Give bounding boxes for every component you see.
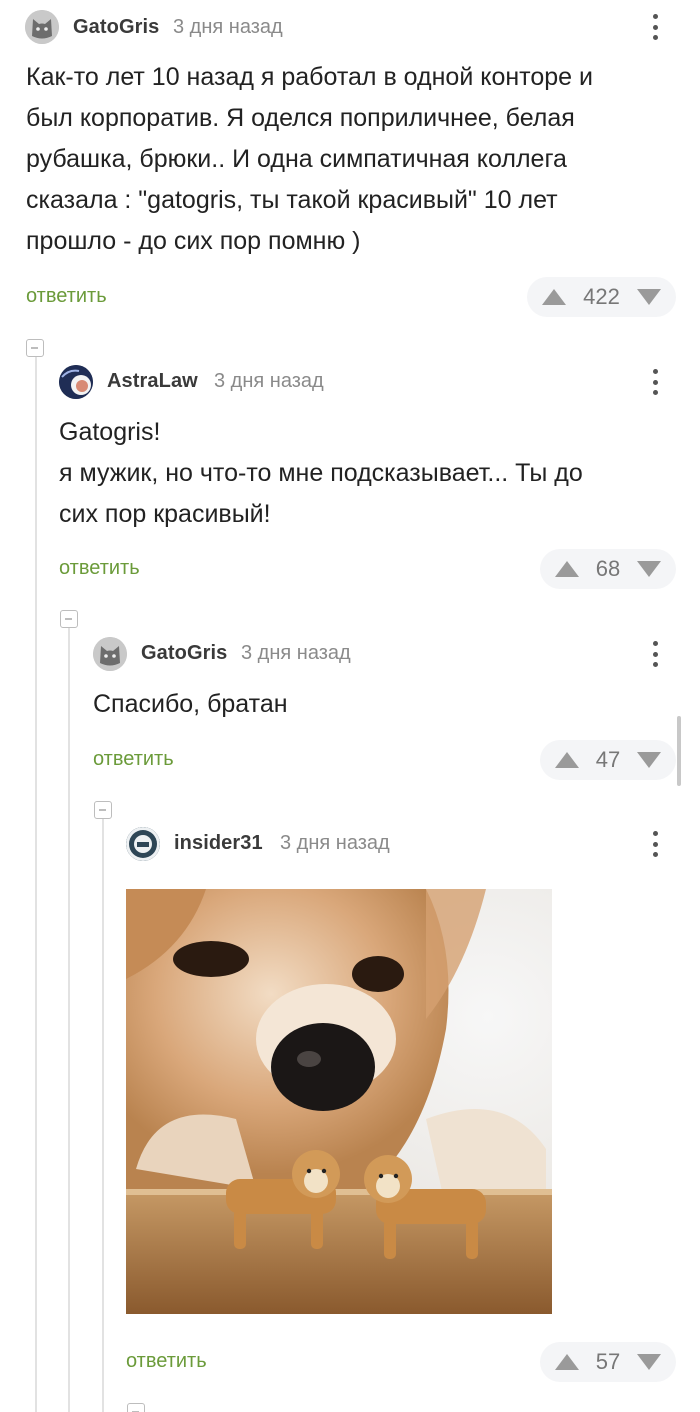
collapse-minus-icon[interactable] [94, 801, 112, 819]
comment-text-line: прошло - до сих пор помню ) [26, 227, 361, 255]
thread-line-level-2 [68, 628, 70, 1412]
comment-text-line: был корпоратив. Я оделся поприличнее, бе… [26, 104, 575, 132]
rating-count: 422 [583, 284, 620, 309]
triangle-up-icon[interactable] [555, 561, 579, 577]
reply-link[interactable]: ответить [26, 285, 107, 308]
avatar[interactable] [93, 637, 127, 671]
triangle-down-icon[interactable] [636, 561, 661, 577]
thread-line-level-1 [35, 357, 37, 1412]
more-options-icon[interactable] [649, 10, 661, 44]
comment-text: Как-то лет 10 назад я работал в одной ко… [26, 57, 686, 262]
collapse-minus-icon[interactable] [60, 610, 78, 628]
rating-count: 57 [595, 1349, 621, 1374]
collapse-minus-icon[interactable] [127, 1403, 145, 1412]
triangle-up-icon[interactable] [542, 289, 566, 305]
comment-author[interactable]: insider31 [174, 832, 263, 855]
reply-link[interactable]: ответить [93, 748, 174, 771]
vote-widget: 57 [540, 1342, 676, 1382]
vote-widget: 422 [527, 277, 676, 317]
triangle-up-icon[interactable] [555, 1354, 579, 1370]
more-options-icon[interactable] [649, 365, 661, 399]
triangle-up-icon[interactable] [555, 752, 579, 768]
avatar[interactable] [126, 827, 160, 861]
comment-time: 3 дня назад [173, 16, 283, 38]
comment-image[interactable] [126, 889, 552, 1314]
comment-time: 3 дня назад [241, 642, 351, 664]
rating-count: 68 [595, 556, 621, 581]
comment-time: 3 дня назад [280, 832, 390, 854]
thread-line-level-3 [102, 819, 104, 1412]
emblem-avatar-icon [126, 827, 160, 861]
cat-avatar-icon [25, 10, 59, 44]
vote-widget: 68 [540, 549, 676, 589]
triangle-down-icon[interactable] [636, 752, 661, 768]
reply-link[interactable]: ответить [126, 1350, 207, 1373]
triangle-down-icon[interactable] [637, 289, 661, 305]
comment-author[interactable]: AstraLaw [107, 370, 198, 393]
triangle-down-icon[interactable] [636, 1354, 661, 1370]
scrollbar[interactable] [677, 716, 681, 786]
comment-text-line: Gatogris! [59, 418, 161, 446]
comment-text-line: Спасибо, братан [93, 690, 288, 718]
cat-avatar-icon [93, 637, 127, 671]
astronaut-avatar-icon [59, 365, 93, 399]
comment-text-line: я мужик, но что-то мне подсказывает... Т… [59, 459, 583, 487]
more-options-icon[interactable] [649, 827, 661, 861]
comment-author[interactable]: GatoGris [141, 642, 227, 665]
collapse-minus-icon[interactable] [26, 339, 44, 357]
shiba-inu-photo-icon [126, 889, 552, 1314]
rating-count: 47 [595, 747, 621, 772]
reply-link[interactable]: ответить [59, 557, 140, 580]
comment-text-line: Как-то лет 10 назад я работал в одной ко… [26, 63, 593, 91]
comment-time: 3 дня назад [214, 370, 324, 392]
vote-widget: 47 [540, 740, 676, 780]
more-options-icon[interactable] [649, 637, 661, 671]
comment-author[interactable]: GatoGris [73, 16, 159, 39]
avatar[interactable] [25, 10, 59, 44]
comment-text-line: сих пор красивый! [59, 500, 271, 528]
comment-text: Gatogris! я мужик, но что-то мне подсказ… [59, 412, 679, 535]
comment-text: Спасибо, братан [93, 684, 673, 725]
comment-text-line: рубашка, брюки.. И одна симпатичная колл… [26, 145, 567, 173]
comment-text-line: сказала : "gatogris, ты такой красивый" … [26, 186, 558, 214]
avatar[interactable] [59, 365, 93, 399]
